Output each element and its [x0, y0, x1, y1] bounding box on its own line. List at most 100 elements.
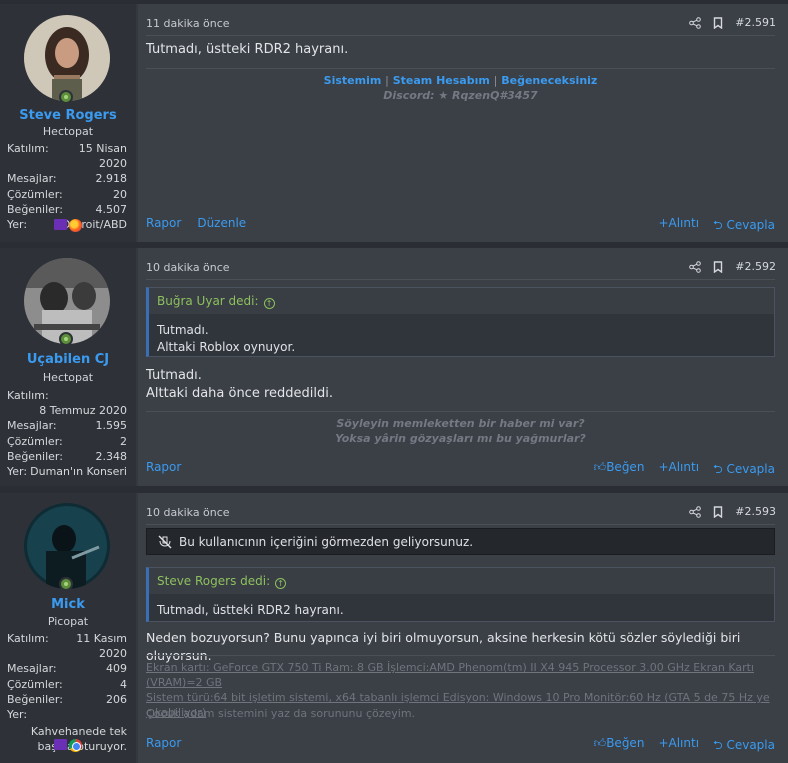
jump-up-icon[interactable]: ↑ — [275, 578, 287, 589]
reply-icon: ⮌ — [713, 462, 727, 476]
plus-icon: + — [658, 216, 669, 230]
sig-link-like[interactable]: Beğeneceksiniz — [501, 74, 597, 87]
stat-row: 8 Temmuz 2020 — [39, 404, 127, 418]
user-title: Hectopat — [42, 125, 94, 138]
plus-icon: + — [658, 736, 669, 750]
username[interactable]: Steve Rogers — [0, 108, 136, 123]
stat-row: Beğeniler: 206 — [7, 692, 127, 706]
divider — [146, 411, 775, 412]
stat-row: Mesajlar: 409 — [7, 662, 127, 676]
post-time[interactable]: 10 dakika önce — [146, 506, 230, 519]
user-sidebar: Steve Rogers Hectopat Katılım: 15 Nisan 2… — [0, 4, 136, 242]
quote-block: Steve Rogers dedi: ↑ Tutmadı, üstteki RDR… — [146, 567, 775, 622]
windows-icon — [54, 739, 67, 750]
stat-row: Beğeniler: 2.348 — [7, 449, 127, 463]
report-button[interactable]: Rapor — [146, 216, 181, 230]
post-time[interactable]: 11 dakika önce — [146, 17, 230, 30]
bookmark-icon[interactable] — [713, 260, 723, 273]
quote-text: Tutmadı, üstteki RDR2 hayranı. — [157, 603, 344, 617]
pc-specs-line: Ekran kartı: GeForce GTX 750 Ti Ram: 8 G… — [146, 661, 754, 689]
stat-row: Çözümler: 2 — [7, 434, 127, 448]
post-main: 10 dakika önce #2.592 Buğra Uyar dedi: ↑ … — [138, 248, 788, 486]
share-icon[interactable] — [689, 16, 702, 29]
thumbs-up-icon: 👍︎ — [593, 736, 607, 750]
stat-row: Çözümler: 20 — [7, 187, 127, 201]
signature-note: Çocuk adam sistemini yaz da sorununu çöz… — [146, 707, 416, 720]
post-2593: Mick Picopat Katılım: 11 Kasım 2020 Mesaj… — [0, 493, 788, 763]
online-status-icon — [59, 90, 73, 104]
stat-row: Mesajlar: 2.918 — [7, 172, 127, 186]
user-badges — [0, 219, 136, 232]
share-icon[interactable] — [689, 505, 702, 518]
user-stats: Katılım: 11 Kasım 2020 Mesajlar: 409 Çözüm… — [7, 631, 127, 755]
post-main: 11 dakika önce #2.591 Tutmadı, üstteki R… — [138, 4, 788, 242]
discord-tag: Discord: ★ RqzenQ#3457 — [383, 89, 538, 102]
sig-link-steam[interactable]: Steam Hesabım — [393, 74, 490, 87]
stat-row: Mesajlar: 1.595 — [7, 419, 127, 433]
reply-icon: ⮌ — [713, 218, 727, 232]
signature: Sistemim | Steam Hesabım | Beğeneceksini… — [146, 73, 775, 103]
like-button[interactable]: 👍︎Beğen — [594, 460, 645, 481]
divider — [146, 655, 775, 656]
like-button[interactable]: 👍︎Beğen — [594, 736, 645, 757]
chrome-icon — [69, 739, 82, 752]
reply-button[interactable]: ⮌ Cevapla — [713, 460, 775, 481]
post-2592: Uçabilen CJ Hectopat Katılım: 8 Temmuz 2… — [0, 248, 788, 486]
user-sidebar: Mick Picopat Katılım: 11 Kasım 2020 Mesaj… — [0, 493, 136, 763]
thumbs-up-icon: 👍︎ — [593, 460, 607, 474]
bookmark-icon[interactable] — [713, 505, 723, 518]
user-sidebar: Uçabilen CJ Hectopat Katılım: 8 Temmuz 2… — [0, 248, 136, 486]
post-actions: #2.593 — [689, 505, 776, 518]
username[interactable]: Mick — [0, 597, 136, 612]
share-icon[interactable] — [689, 260, 702, 273]
report-button[interactable]: Rapor — [146, 460, 181, 474]
quote-button[interactable]: +Alıntı — [658, 460, 699, 481]
signature: Söyleyin memleketten bir haber mi var? Y… — [335, 417, 586, 445]
stat-row: Beğeniler: 4.507 — [7, 202, 127, 216]
user-badges — [0, 739, 136, 752]
stat-row: Katılım: 11 Kasım 2020 — [7, 632, 127, 661]
post-number[interactable]: #2.591 — [735, 16, 776, 29]
post-text: Tutmadı. Alttaki daha önce reddedildi. — [146, 368, 333, 401]
user-title: Picopat — [47, 615, 89, 628]
post-number[interactable]: #2.593 — [735, 505, 776, 518]
online-status-icon — [59, 332, 73, 346]
post-text: Tutmadı, üstteki RDR2 hayranı. — [146, 42, 349, 57]
stat-row: Katılım: 15 Nisan 2020 — [7, 142, 127, 171]
sig-link-system[interactable]: Sistemim — [324, 74, 382, 87]
reply-button[interactable]: ⮌ Cevapla — [713, 216, 775, 237]
muted-mic-icon — [158, 535, 172, 549]
quote-author[interactable]: Steve Rogers dedi: ↑ — [149, 568, 774, 594]
quote-author[interactable]: Buğra Uyar dedi: ↑ — [149, 288, 774, 314]
post-time[interactable]: 10 dakika önce — [146, 261, 230, 274]
quote-button[interactable]: +Alıntı — [658, 736, 699, 757]
post-number[interactable]: #2.592 — [735, 260, 776, 273]
quote-text: Tutmadı. Alttaki Roblox oynuyor. — [157, 323, 296, 354]
post-main: 10 dakika önce #2.593 Bu kullanıcının iç… — [138, 493, 788, 763]
divider — [146, 524, 775, 525]
quote-block: Buğra Uyar dedi: ↑ Tutmadı. Alttaki Roblo… — [146, 287, 775, 357]
user-title: Hectopat — [42, 371, 94, 384]
divider — [146, 68, 775, 69]
quote-button[interactable]: +Alıntı — [658, 216, 699, 237]
reply-icon: ⮌ — [713, 738, 727, 752]
stat-row: Yer: — [7, 708, 28, 722]
username[interactable]: Uçabilen CJ — [0, 352, 136, 367]
divider — [146, 35, 775, 36]
stat-row: Katılım: — [7, 389, 49, 402]
reply-button[interactable]: ⮌ Cevapla — [713, 736, 775, 757]
stat-row: Yer: Duman'ın Konseri — [7, 465, 127, 479]
bookmark-icon[interactable] — [713, 16, 723, 29]
jump-up-icon[interactable]: ↑ — [263, 298, 275, 309]
post-actions: #2.592 — [689, 260, 776, 273]
plus-icon: + — [658, 460, 669, 474]
edit-button[interactable]: Düzenle — [197, 216, 246, 230]
report-button[interactable]: Rapor — [146, 736, 181, 750]
user-stats: Katılım: 8 Temmuz 2020 Mesajlar: 1.595 Çö… — [7, 388, 127, 479]
post-actions: #2.591 — [689, 16, 776, 29]
firefox-icon — [69, 219, 82, 232]
windows-icon — [54, 219, 67, 230]
divider — [146, 279, 775, 280]
post-2591: Steve Rogers Hectopat Katılım: 15 Nisan 2… — [0, 4, 788, 242]
avatar[interactable] — [24, 15, 110, 101]
